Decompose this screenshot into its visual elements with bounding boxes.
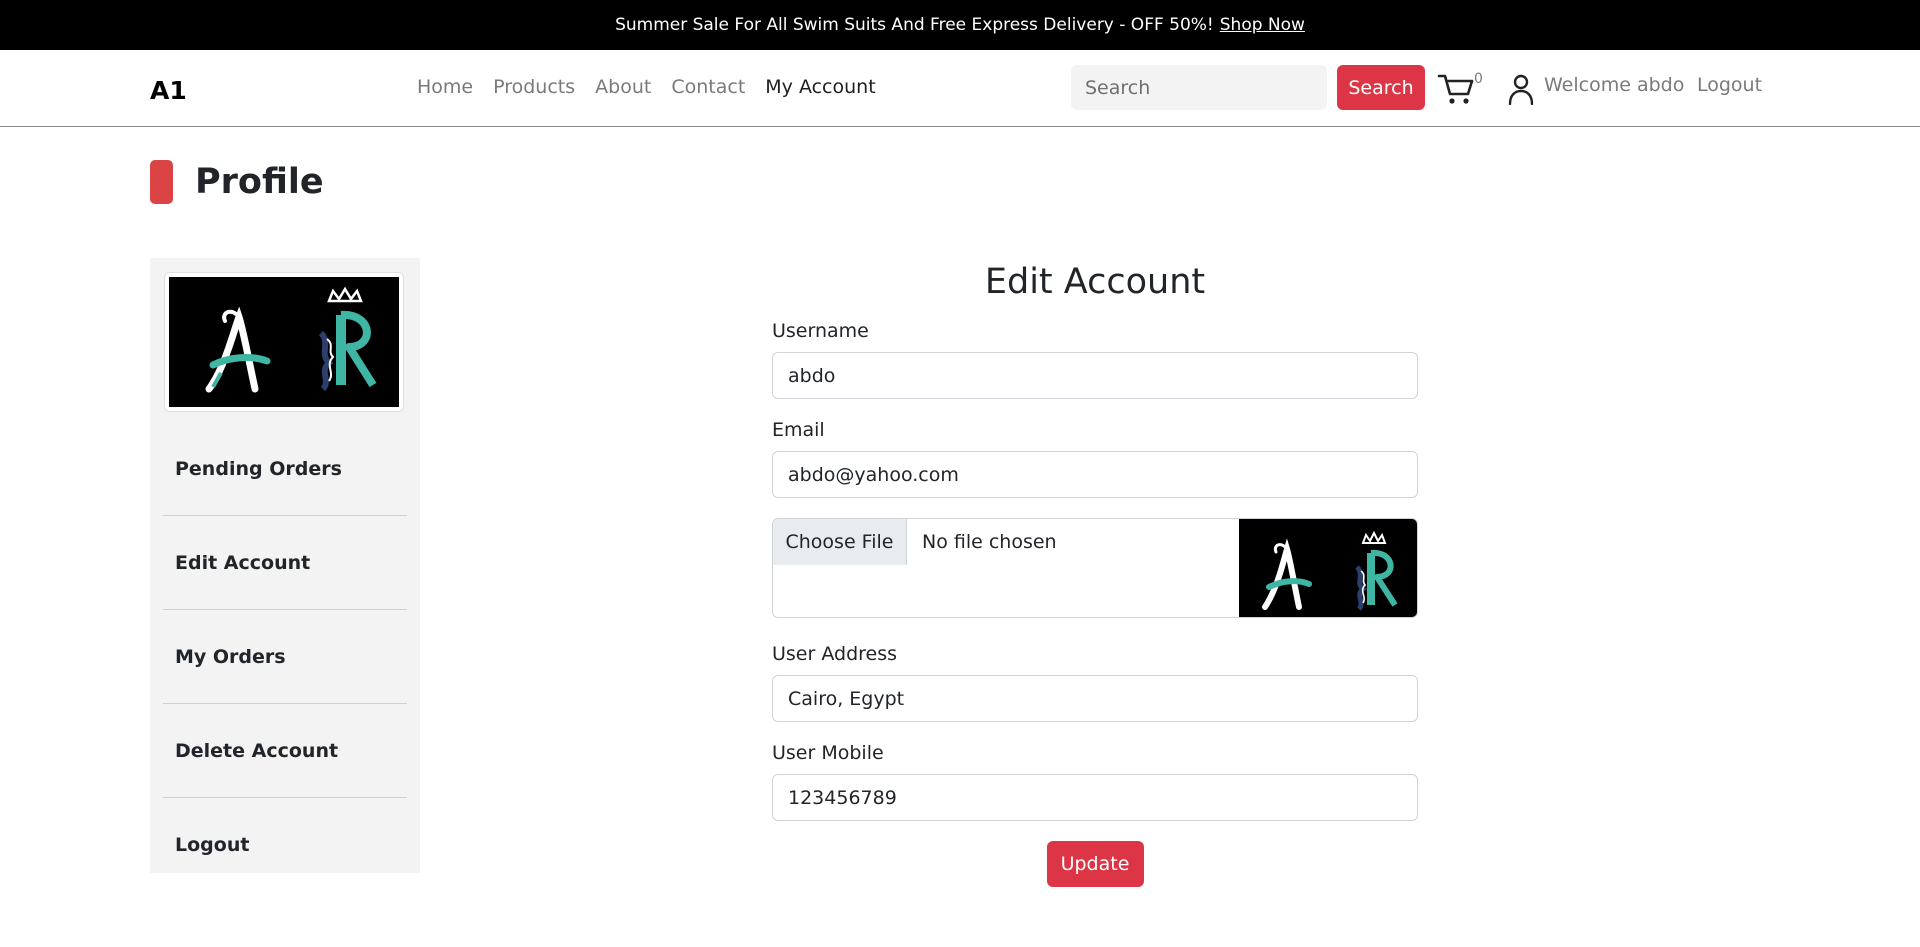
cart-count-badge: 0 bbox=[1474, 71, 1483, 87]
shop-now-link[interactable]: Shop Now bbox=[1220, 15, 1305, 35]
sidebar-menu: Pending Orders Edit Account My Orders De… bbox=[163, 422, 407, 892]
nav-contact[interactable]: Contact bbox=[671, 76, 745, 98]
profile-sidebar: Pending Orders Edit Account My Orders De… bbox=[150, 258, 420, 873]
page-title: Profile bbox=[195, 162, 324, 202]
search-input[interactable] bbox=[1071, 65, 1327, 110]
page-header: Profile bbox=[150, 160, 324, 204]
nav-products[interactable]: Products bbox=[493, 76, 575, 98]
file-preview-image bbox=[1239, 519, 1417, 617]
username-label: Username bbox=[772, 320, 869, 342]
logout-link[interactable]: Logout bbox=[1697, 74, 1762, 96]
file-upload-field: Choose File No file chosen bbox=[772, 518, 1418, 618]
nav-about[interactable]: About bbox=[595, 76, 651, 98]
announcement-bar: Summer Sale For All Swim Suits And Free … bbox=[0, 0, 1920, 50]
mobile-field[interactable] bbox=[772, 774, 1418, 821]
sidebar-item-pending-orders[interactable]: Pending Orders bbox=[163, 422, 407, 516]
mobile-label: User Mobile bbox=[772, 742, 884, 764]
user-icon[interactable] bbox=[1508, 73, 1534, 105]
nav-my-account[interactable]: My Account bbox=[765, 76, 875, 98]
sidebar-item-delete-account[interactable]: Delete Account bbox=[163, 704, 407, 798]
form-title: Edit Account bbox=[984, 262, 1206, 302]
email-field[interactable] bbox=[772, 451, 1418, 498]
main-nav: Home Products About Contact My Account bbox=[417, 76, 876, 98]
avatar bbox=[164, 272, 404, 412]
sidebar-item-my-orders[interactable]: My Orders bbox=[163, 610, 407, 704]
welcome-text: Welcome abdo bbox=[1544, 74, 1685, 96]
cart-icon[interactable] bbox=[1437, 72, 1477, 106]
username-field[interactable] bbox=[772, 352, 1418, 399]
title-accent-bar bbox=[150, 160, 173, 204]
brand-logo[interactable]: A1 bbox=[150, 76, 187, 105]
email-label: Email bbox=[772, 419, 825, 441]
nav-home[interactable]: Home bbox=[417, 76, 473, 98]
edit-account-form: Edit Account Username Email Choose File … bbox=[772, 258, 1418, 887]
search-button[interactable]: Search bbox=[1337, 65, 1425, 110]
update-button[interactable]: Update bbox=[1046, 841, 1144, 887]
file-status-text: No file chosen bbox=[922, 531, 1057, 553]
address-label: User Address bbox=[772, 643, 898, 665]
announcement-text: Summer Sale For All Swim Suits And Free … bbox=[615, 15, 1214, 35]
profile-logo-image bbox=[169, 277, 399, 407]
navbar: A1 Home Products About Contact My Accoun… bbox=[0, 50, 1920, 127]
choose-file-button[interactable]: Choose File bbox=[773, 519, 907, 565]
sidebar-item-edit-account[interactable]: Edit Account bbox=[163, 516, 407, 610]
address-field[interactable] bbox=[772, 675, 1418, 722]
sidebar-item-logout[interactable]: Logout bbox=[163, 798, 407, 892]
